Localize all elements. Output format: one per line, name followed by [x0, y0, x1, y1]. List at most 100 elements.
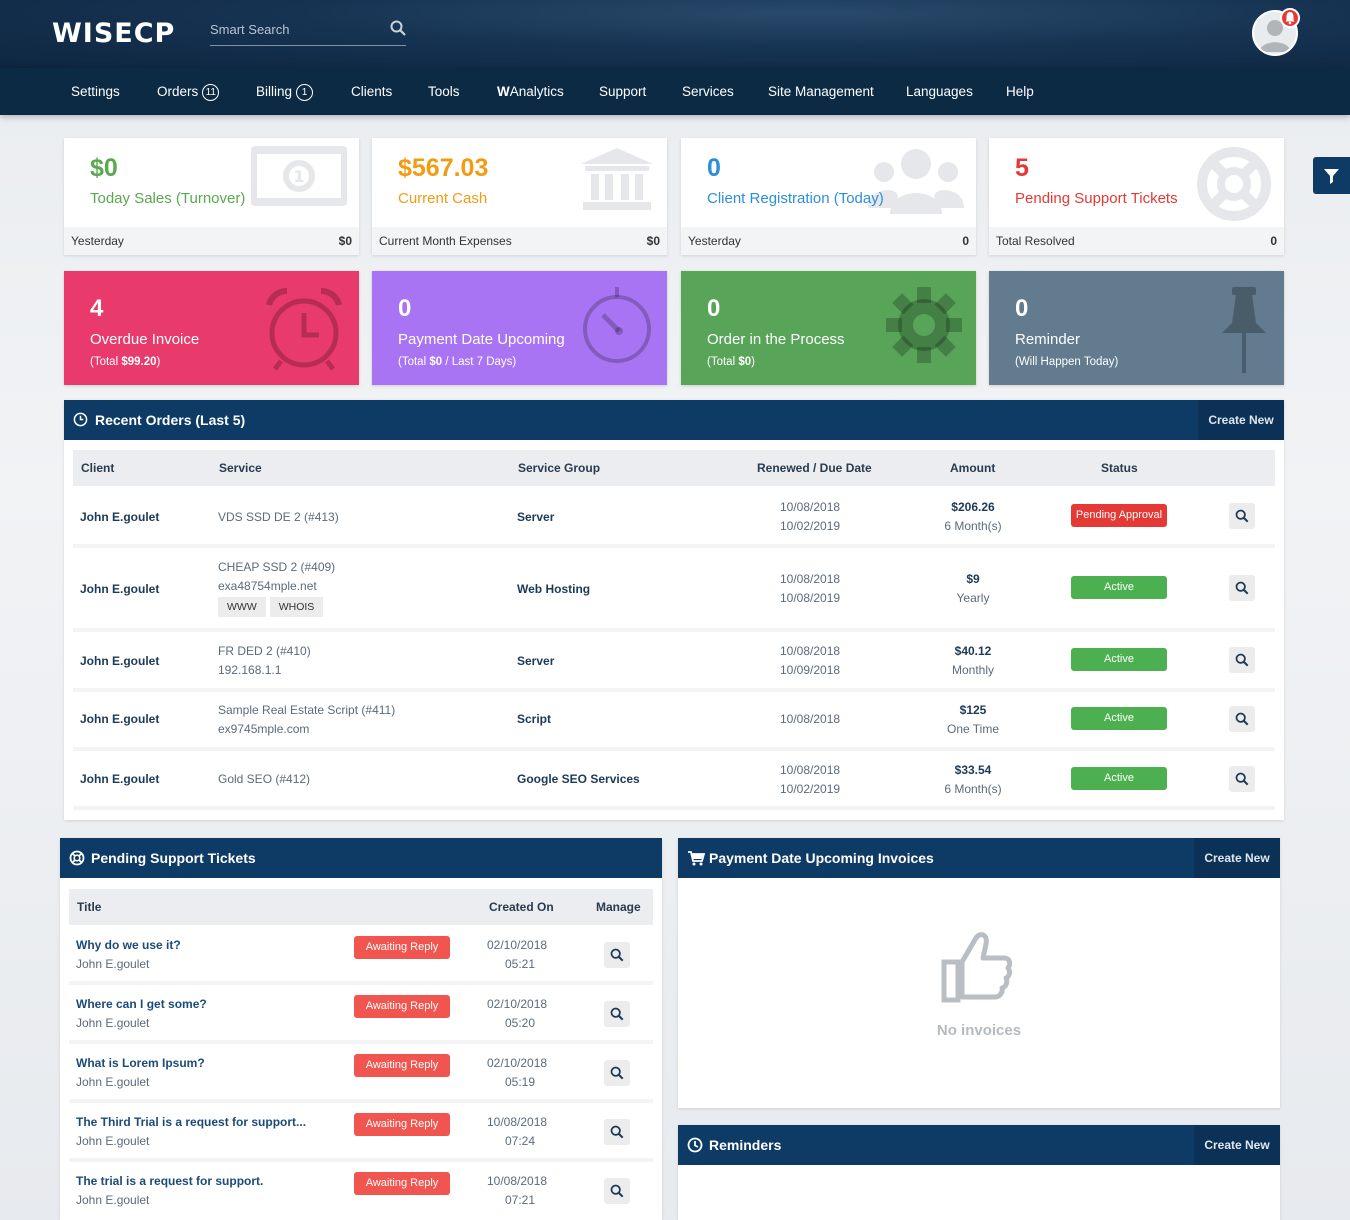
upcoming-invoices-panel: Payment Date Upcoming Invoices Create Ne…: [678, 838, 1280, 1108]
tickets-table-header: Title Created On Manage: [69, 889, 653, 925]
tile-reminder[interactable]: 0 Reminder (Will Happen Today): [989, 271, 1284, 385]
nav-billing[interactable]: Billing 1: [256, 68, 314, 115]
table-row[interactable]: John E.goulet CHEAP SSD 2 (#409) exa4875…: [73, 548, 1275, 632]
status-badge: Awaiting Reply: [354, 1113, 450, 1136]
tile-overdue-invoice[interactable]: 4 Overdue Invoice (Total $99.20): [64, 271, 359, 385]
nav-help[interactable]: Help: [1006, 68, 1034, 115]
col-created-on[interactable]: Created On: [489, 889, 554, 925]
view-ticket-button[interactable]: [604, 1119, 630, 1145]
view-ticket-button[interactable]: [604, 1178, 630, 1204]
view-ticket-button[interactable]: [604, 1001, 630, 1027]
table-row[interactable]: What is Lorem Ipsum? John E.goulet Await…: [69, 1044, 653, 1103]
table-row[interactable]: Why do we use it? John E.goulet Awaiting…: [69, 926, 653, 985]
nav-orders[interactable]: Orders 11: [157, 68, 220, 115]
ticket-client[interactable]: John E.goulet: [76, 957, 149, 971]
top-header: WISECP: [0, 0, 1350, 68]
ticket-date: 02/10/2018: [487, 1056, 548, 1070]
col-client[interactable]: Client: [81, 450, 114, 486]
tile-sub-amount: $0: [738, 356, 752, 368]
view-order-button[interactable]: [1229, 503, 1255, 529]
order-domain-link[interactable]: exa48754mple.net: [218, 579, 317, 593]
stat-footer: Yesterday $0: [64, 227, 359, 255]
table-row[interactable]: John E.goulet FR DED 2 (#410) 192.168.1.…: [73, 632, 1275, 692]
ticket-time: 05:21: [505, 957, 536, 971]
table-row[interactable]: The Third Trial is a request for support…: [69, 1103, 653, 1162]
status-badge: Awaiting Reply: [354, 1054, 450, 1077]
stat-pending-tickets[interactable]: 5 Pending Support Tickets Total Resolved…: [989, 138, 1284, 255]
nav-wanalytics[interactable]: WAnalytics: [497, 68, 564, 115]
view-order-button[interactable]: [1229, 647, 1255, 673]
view-ticket-button[interactable]: [604, 1060, 630, 1086]
create-new-reminder-button[interactable]: Create New: [1194, 1125, 1280, 1165]
view-ticket-button[interactable]: [604, 942, 630, 968]
order-period: Monthly: [951, 663, 995, 677]
notification-bell-icon[interactable]: [1280, 8, 1300, 28]
order-client-link[interactable]: John E.goulet: [80, 772, 159, 786]
order-renew-date: 10/08/2018: [780, 572, 841, 586]
col-status[interactable]: Status: [1101, 450, 1138, 486]
order-client-link[interactable]: John E.goulet: [80, 510, 159, 524]
ticket-title-link[interactable]: The trial is a request for support.: [76, 1174, 263, 1188]
create-new-invoice-button[interactable]: Create New: [1194, 838, 1280, 878]
table-row[interactable]: The trial is a request for support. John…: [69, 1162, 653, 1220]
view-order-button[interactable]: [1229, 706, 1255, 732]
lifebuoy-icon: [69, 850, 85, 866]
stat-today-sales[interactable]: 1 $0 Today Sales (Turnover) Yesterday $0: [64, 138, 359, 255]
nav-support[interactable]: Support: [599, 68, 646, 115]
col-due-date[interactable]: Renewed / Due Date: [757, 450, 872, 486]
panel-title: Pending Support Tickets: [91, 850, 256, 866]
panel-title: Payment Date Upcoming Invoices: [709, 850, 934, 866]
nav-clients[interactable]: Clients: [351, 68, 392, 115]
col-title[interactable]: Title: [77, 889, 101, 925]
order-domain-link[interactable]: ex9745mple.com: [218, 722, 309, 736]
stat-footer-value: $0: [338, 234, 352, 248]
view-order-button[interactable]: [1229, 575, 1255, 601]
ticket-client[interactable]: John E.goulet: [76, 1193, 149, 1207]
order-service: FR DED 2 (#410): [218, 644, 311, 658]
search-icon[interactable]: [390, 20, 406, 36]
col-amount[interactable]: Amount: [950, 450, 995, 486]
stat-current-cash[interactable]: $567.03 Current Cash Current Month Expen…: [372, 138, 667, 255]
col-service[interactable]: Service: [219, 450, 262, 486]
search-input[interactable]: [210, 14, 380, 44]
tile-order-in-process[interactable]: 0 Order in the Process (Total $0): [681, 271, 976, 385]
order-renew-date: 10/08/2018: [780, 500, 841, 514]
order-amount: $9: [966, 572, 980, 586]
nav-settings[interactable]: Settings: [71, 68, 120, 115]
ticket-title-link[interactable]: Why do we use it?: [76, 938, 181, 952]
stat-client-registration[interactable]: 0 Client Registration (Today) Yesterday 0: [681, 138, 976, 255]
order-service-group: Server: [517, 654, 555, 668]
ticket-title-link[interactable]: Where can I get some?: [76, 997, 207, 1011]
ticket-title-link[interactable]: The Third Trial is a request for support…: [76, 1115, 306, 1129]
order-client-link[interactable]: John E.goulet: [80, 654, 159, 668]
order-due-date: 10/02/2019: [780, 782, 841, 796]
tile-payment-upcoming[interactable]: 0 Payment Date Upcoming (Total $0 / Last…: [372, 271, 667, 385]
ticket-client[interactable]: John E.goulet: [76, 1016, 149, 1030]
clock-icon: [73, 412, 88, 427]
www-button[interactable]: WWW: [218, 597, 266, 617]
create-new-order-button[interactable]: Create New: [1198, 400, 1284, 440]
view-order-button[interactable]: [1229, 766, 1255, 792]
table-row[interactable]: Where can I get some? John E.goulet Awai…: [69, 985, 653, 1044]
ticket-client[interactable]: John E.goulet: [76, 1134, 149, 1148]
nav-languages[interactable]: Languages: [906, 68, 973, 115]
nav-services[interactable]: Services: [682, 68, 734, 115]
nav-site-management[interactable]: Site Management: [768, 68, 874, 115]
whois-button[interactable]: WHOIS: [269, 597, 324, 617]
table-row[interactable]: John E.goulet Sample Real Estate Script …: [73, 692, 1275, 751]
order-service-group: Web Hosting: [517, 582, 591, 596]
ticket-title-link[interactable]: What is Lorem Ipsum?: [76, 1056, 205, 1070]
nav-label: Orders: [157, 84, 199, 99]
filter-button[interactable]: [1313, 157, 1350, 194]
wisecp-logo[interactable]: WISECP: [52, 18, 175, 49]
col-service-group[interactable]: Service Group: [518, 450, 600, 486]
order-due-date: 10/08/2019: [780, 591, 841, 605]
tile-subtext: (Total $0): [707, 356, 755, 368]
ticket-client[interactable]: John E.goulet: [76, 1075, 149, 1089]
table-row[interactable]: John E.goulet Gold SEO (#412) Google SEO…: [73, 751, 1275, 810]
order-client-link[interactable]: John E.goulet: [80, 712, 159, 726]
order-amount: $40.12: [954, 644, 992, 658]
table-row[interactable]: John E.goulet VDS SSD DE 2 (#413) Server…: [73, 488, 1275, 548]
order-client-link[interactable]: John E.goulet: [80, 582, 159, 596]
nav-tools[interactable]: Tools: [428, 68, 460, 115]
